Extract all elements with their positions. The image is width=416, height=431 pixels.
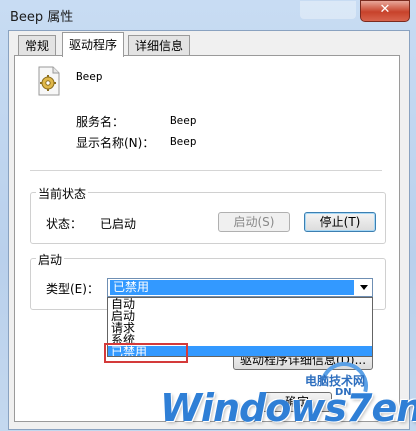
status-value: 已启动 (100, 217, 137, 231)
watermark-logo: Windows7en (160, 386, 416, 430)
display-name-value: Beep (170, 135, 197, 148)
display-name-label: 显示名称(N)： (76, 136, 155, 150)
tab-general[interactable]: 常规 (18, 35, 57, 56)
startup-type-select[interactable]: 已禁用 (107, 278, 373, 297)
highlight-box (104, 343, 188, 363)
option-boot[interactable]: 启动 (108, 310, 372, 322)
option-auto[interactable]: 自动 (108, 298, 372, 310)
startup-type-selected: 已禁用 (110, 280, 354, 295)
window-title: Beep 属性 (10, 10, 74, 25)
current-status-label: 当前状态 (36, 185, 89, 202)
close-icon: ✕ (379, 2, 391, 17)
close-button[interactable]: ✕ (360, 0, 410, 22)
watermark-site-tag: DN (335, 387, 352, 398)
option-demand[interactable]: 请求 (108, 322, 372, 334)
driver-name: Beep (76, 70, 103, 83)
service-name-value: Beep (170, 114, 197, 127)
stop-service-button[interactable]: 停止(T) (304, 212, 376, 232)
start-service-button[interactable]: 启动(S) (218, 212, 290, 232)
divider (30, 170, 382, 171)
startup-type-label: 类型(E)： (46, 282, 99, 296)
gear-icon (38, 66, 60, 96)
chevron-down-icon[interactable] (360, 285, 368, 290)
service-name-label: 服务名： (76, 115, 125, 129)
startup-group-label: 启动 (36, 251, 65, 268)
status-label: 状态： (46, 217, 83, 231)
tab-driver[interactable]: 驱动程序 (62, 32, 125, 57)
tab-details[interactable]: 详细信息 (128, 35, 191, 56)
maximize-button[interactable] (300, 1, 356, 19)
